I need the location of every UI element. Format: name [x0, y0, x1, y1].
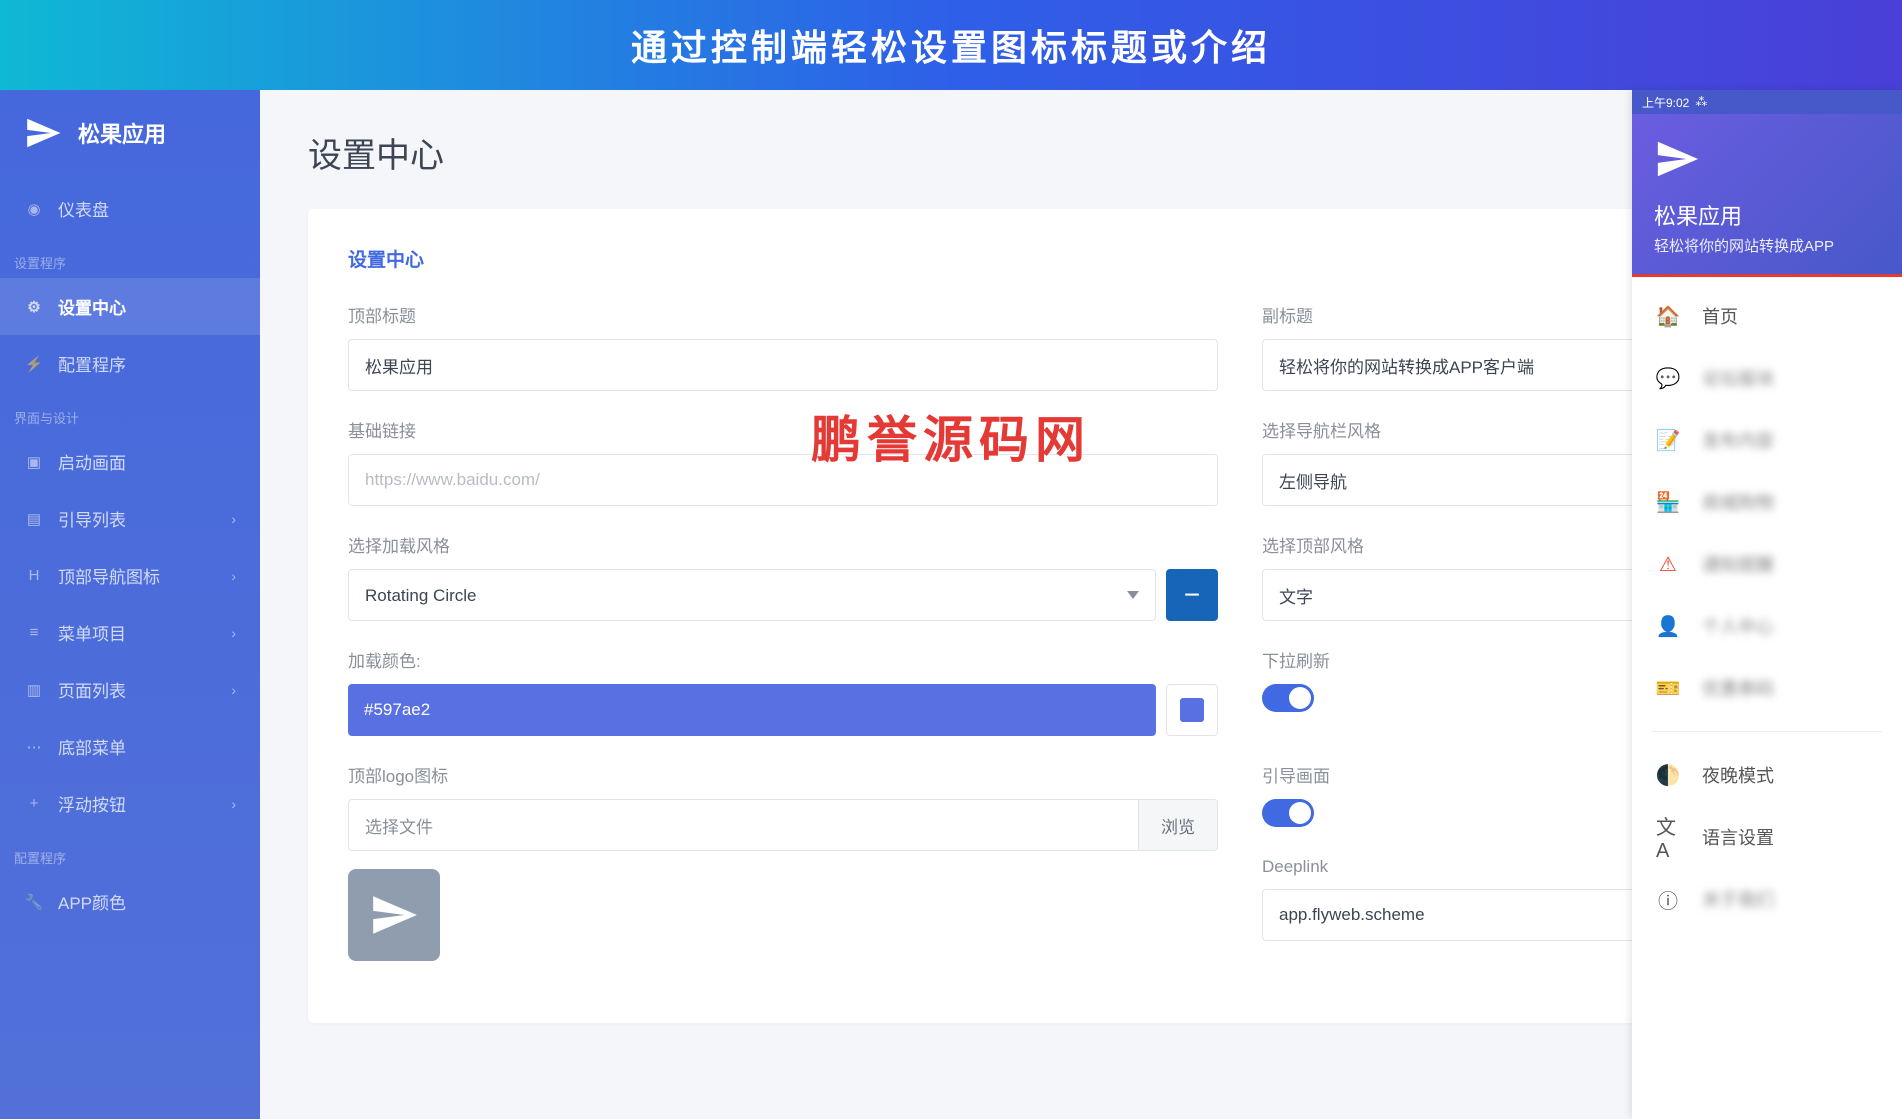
color-swatch[interactable]	[1166, 684, 1218, 736]
sidebar-item-float-button[interactable]: +浮动按钮›	[0, 775, 260, 832]
warn-icon: ⚠	[1656, 552, 1680, 576]
edit-icon: 📝	[1656, 428, 1680, 452]
load-style-select[interactable]: Rotating Circle	[348, 569, 1156, 621]
sidebar-item-top-nav-icons[interactable]: H顶部导航图标›	[0, 547, 260, 604]
phone-plane-icon	[1654, 136, 1700, 182]
ticket-icon: 🎫	[1656, 676, 1680, 700]
sidebar-section-config: 配置程序	[0, 832, 260, 873]
browse-button[interactable]: 浏览	[1138, 799, 1218, 851]
sidebar-item-splash[interactable]: ▣启动画面	[0, 433, 260, 490]
banner-text: 通过控制端轻松设置图标标题或介绍	[631, 19, 1271, 71]
load-color-label: 加载颜色:	[348, 647, 1218, 672]
brand: 松果应用	[0, 90, 260, 180]
phone-item-7[interactable]: 🎫优惠券码	[1632, 657, 1902, 719]
sidebar-item-page-list[interactable]: ▥页面列表›	[0, 661, 260, 718]
bluetooth-icon: ⁂	[1695, 95, 1707, 109]
pages-icon: ▥	[24, 680, 44, 700]
phone-item-3[interactable]: 📝发布内容	[1632, 409, 1902, 471]
wrench-icon: 🔧	[24, 892, 44, 912]
dashboard-icon: ◉	[24, 199, 44, 219]
phone-divider	[1652, 731, 1882, 732]
base-link-label: 基础链接	[348, 417, 1218, 442]
sidebar-item-guide-list[interactable]: ▤引导列表›	[0, 490, 260, 547]
sidebar-item-app-color[interactable]: 🔧APP颜色	[0, 873, 260, 930]
sidebar-item-bottom-menu[interactable]: ⋯底部菜单	[0, 718, 260, 775]
phone-item-about[interactable]: ⓘ关于我们	[1632, 868, 1902, 930]
phone-header: 松果应用 轻松将你的网站转换成APP	[1632, 114, 1902, 277]
file-input[interactable]: 选择文件	[348, 799, 1138, 851]
gear-icon: ⚙	[24, 297, 44, 317]
dots-icon: ⋯	[24, 737, 44, 757]
top-title-input[interactable]	[348, 339, 1218, 391]
phone-preview: 上午9:02 ⁂ 松果应用 轻松将你的网站转换成APP 🏠首页 💬论坛版块 📝发…	[1632, 90, 1902, 1119]
phone-item-home[interactable]: 🏠首页	[1632, 285, 1902, 347]
image-icon: ▣	[24, 452, 44, 472]
remove-style-button[interactable]: −	[1166, 569, 1218, 621]
brand-plane-icon	[24, 114, 62, 152]
chevron-right-icon: ›	[231, 625, 236, 641]
moon-icon: 🌓	[1656, 763, 1680, 787]
phone-item-2[interactable]: 💬论坛版块	[1632, 347, 1902, 409]
top-title-label: 顶部标题	[348, 302, 1218, 327]
chevron-right-icon: ›	[231, 568, 236, 584]
plane-icon	[369, 890, 419, 940]
sidebar-item-menu-items[interactable]: ≡菜单项目›	[0, 604, 260, 661]
phone-item-6[interactable]: 👤个人中心	[1632, 595, 1902, 657]
settings-card: 设置中心 顶部标题 副标题 基础链接 选择导航栏风格	[308, 209, 1854, 1023]
menu-icon: ≡	[24, 623, 44, 643]
sidebar-item-config[interactable]: ⚡配置程序	[0, 335, 260, 392]
home-icon: 🏠	[1656, 304, 1680, 328]
chevron-right-icon: ›	[231, 796, 236, 812]
sidebar: 松果应用 ◉仪表盘 设置程序 ⚙设置中心 ⚡配置程序 界面与设计 ▣启动画面 ▤…	[0, 90, 260, 1119]
brand-text: 松果应用	[78, 117, 166, 149]
sidebar-item-dashboard[interactable]: ◉仪表盘	[0, 180, 260, 237]
logo-label: 顶部logo图标	[348, 762, 1218, 787]
phone-status-bar: 上午9:02 ⁂	[1632, 90, 1902, 114]
phone-item-night[interactable]: 🌓夜晚模式	[1632, 744, 1902, 806]
logo-preview	[348, 869, 440, 961]
guide-screen-toggle[interactable]	[1262, 799, 1314, 827]
load-color-input[interactable]	[348, 684, 1156, 736]
top-banner: 通过控制端轻松设置图标标题或介绍	[0, 0, 1902, 90]
plus-icon: +	[24, 794, 44, 814]
load-style-label: 选择加载风格	[348, 532, 1218, 557]
chevron-right-icon: ›	[231, 511, 236, 527]
phone-item-4[interactable]: 🏪商城购物	[1632, 471, 1902, 533]
sidebar-section-setup: 设置程序	[0, 237, 260, 278]
sidebar-section-design: 界面与设计	[0, 392, 260, 433]
phone-app-title: 松果应用	[1654, 199, 1880, 231]
phone-app-subtitle: 轻松将你的网站转换成APP	[1654, 235, 1880, 256]
sidebar-item-settings-center[interactable]: ⚙设置中心	[0, 278, 260, 335]
pull-refresh-toggle[interactable]	[1262, 684, 1314, 712]
list-icon: ▤	[24, 509, 44, 529]
card-title: 设置中心	[348, 245, 1814, 272]
page-title: 设置中心	[308, 128, 1854, 177]
base-link-input[interactable]	[348, 454, 1218, 506]
shop-icon: 🏪	[1656, 490, 1680, 514]
phone-item-lang[interactable]: 文A语言设置	[1632, 806, 1902, 868]
phone-item-5[interactable]: ⚠通知提醒	[1632, 533, 1902, 595]
phone-time: 上午9:02	[1642, 94, 1689, 111]
heading-icon: H	[24, 566, 44, 586]
plug-icon: ⚡	[24, 354, 44, 374]
translate-icon: 文A	[1656, 825, 1680, 849]
user-icon: 👤	[1656, 614, 1680, 638]
phone-menu: 🏠首页 💬论坛版块 📝发布内容 🏪商城购物 ⚠通知提醒 👤个人中心 🎫优惠券码 …	[1632, 277, 1902, 938]
chevron-right-icon: ›	[231, 682, 236, 698]
info-icon: ⓘ	[1656, 887, 1680, 911]
chat-icon: 💬	[1656, 366, 1680, 390]
